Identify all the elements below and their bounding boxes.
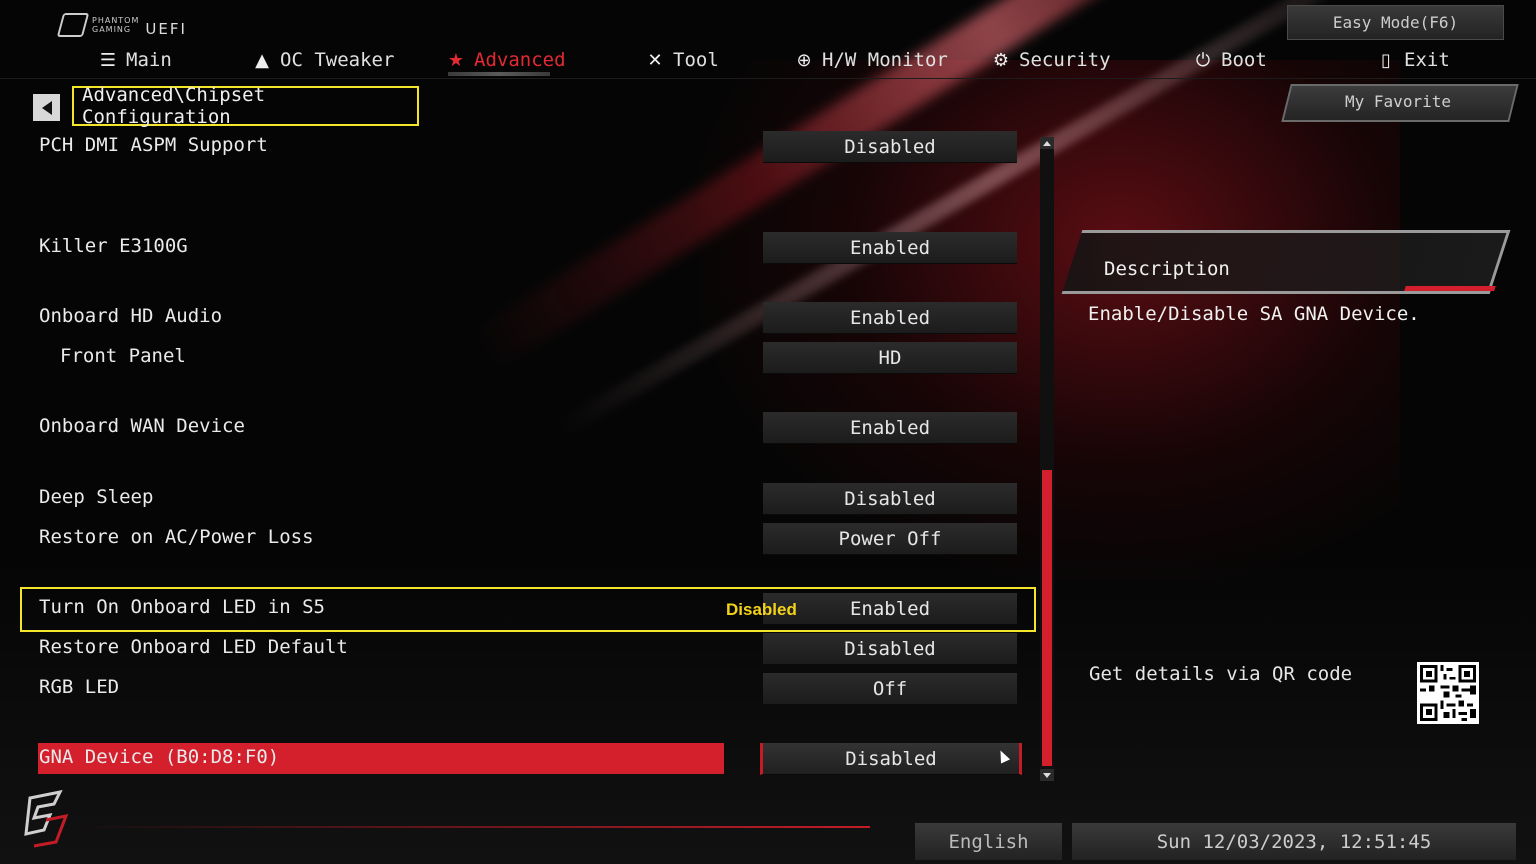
annotation-note: Disabled <box>726 600 797 619</box>
arrow-up-icon <box>1043 140 1051 146</box>
setting-label: RGB LED <box>39 676 120 698</box>
language-button[interactable]: English <box>915 823 1062 860</box>
scrollbar-thumb[interactable] <box>1042 470 1052 766</box>
setting-value-rgb-led[interactable]: Off <box>763 673 1017 705</box>
setting-value-gna-device[interactable]: Disabled <box>760 743 1022 775</box>
tab-label: Security <box>1019 49 1111 71</box>
setting-value-deep-sleep[interactable]: Disabled <box>763 483 1017 515</box>
scroll-down-button[interactable] <box>1040 769 1054 781</box>
setting-label: Onboard HD Audio <box>39 305 223 327</box>
setting-label: Restore on AC/Power Loss <box>39 526 314 548</box>
tab-label: Exit <box>1404 49 1450 71</box>
scroll-up-button[interactable] <box>1040 137 1054 149</box>
logo-line2: GAMING <box>92 25 132 34</box>
breadcrumb: Advanced\Chipset Configuration <box>72 84 419 128</box>
setting-label-selected: GNA Device (B0:D8:F0) <box>39 746 280 768</box>
description-title: Description <box>1104 258 1230 280</box>
tab-boot[interactable]: ⏻ Boot <box>1193 42 1267 78</box>
shield-icon: ⚙ <box>992 49 1010 71</box>
easy-mode-button[interactable]: Easy Mode(F6) <box>1287 5 1504 40</box>
tab-label: Advanced <box>474 49 566 71</box>
tab-security[interactable]: ⚙ Security <box>991 42 1111 78</box>
setting-label: Front Panel <box>60 345 186 367</box>
tab-main[interactable]: ☰ Main <box>98 42 172 78</box>
arrow-down-icon <box>1043 772 1051 778</box>
list-icon: ☰ <box>99 49 117 71</box>
setting-label: Killer E3100G <box>39 235 188 257</box>
tab-label: OC Tweaker <box>280 49 395 71</box>
logo-line1: PHANTOM <box>92 16 140 25</box>
setting-label: Deep Sleep <box>39 486 154 508</box>
setting-value-onboard-wan[interactable]: Enabled <box>763 412 1017 444</box>
setting-label: PCH DMI ASPM Support <box>39 134 268 156</box>
tab-tool[interactable]: ✕ Tool <box>645 42 719 78</box>
tab-label: Tool <box>673 49 719 71</box>
setting-value-pch-dmi-aspm[interactable]: Disabled <box>763 131 1017 163</box>
setting-value-front-panel[interactable]: HD <box>763 342 1017 374</box>
logo-uefi: UEFI <box>145 20 187 38</box>
star-icon: ★ <box>447 49 465 71</box>
setting-value-killer[interactable]: Enabled <box>763 232 1017 264</box>
qr-code-icon <box>1417 662 1479 724</box>
tab-hw-monitor[interactable]: ⊕ H/W Monitor <box>794 42 948 78</box>
tab-label: Boot <box>1221 49 1267 71</box>
footer-accent-line <box>70 826 870 828</box>
tab-label: H/W Monitor <box>822 49 948 71</box>
tab-label: Main <box>126 49 172 71</box>
brand-logo: PHANTOM GAMING UEFI <box>56 12 187 38</box>
setting-value-onboard-hd-audio[interactable]: Enabled <box>763 302 1017 334</box>
back-arrow-icon <box>41 100 52 115</box>
description-text: Enable/Disable SA GNA Device. <box>1088 303 1420 325</box>
setting-value-restore-ac-power[interactable]: Power Off <box>763 523 1017 555</box>
setting-value-restore-led-default[interactable]: Disabled <box>763 633 1017 665</box>
tools-icon: ✕ <box>647 49 663 71</box>
tab-exit[interactable]: ▯ Exit <box>1376 42 1450 78</box>
tab-oc-tweaker[interactable]: ▲ OC Tweaker <box>252 42 394 78</box>
power-icon: ⏻ <box>1195 49 1211 71</box>
qr-label: Get details via QR code <box>1089 663 1353 685</box>
back-button[interactable] <box>33 94 60 121</box>
logo-mark-icon <box>56 13 90 37</box>
main-nav: ☰ Main ▲ OC Tweaker ★ Advanced ✕ Tool ⊕ … <box>0 42 1536 79</box>
brand-corner-logo-icon <box>24 790 69 848</box>
description-accent <box>1404 286 1496 291</box>
exit-icon: ▯ <box>1381 49 1391 71</box>
monitor-icon: ⊕ <box>796 49 812 71</box>
rocket-icon: ▲ <box>255 49 269 71</box>
setting-label: Onboard WAN Device <box>39 415 245 437</box>
my-favorite-button[interactable]: My Favorite <box>1286 84 1510 118</box>
highlight-box <box>20 587 1036 632</box>
setting-label: Restore Onboard LED Default <box>39 636 348 658</box>
active-tab-indicator <box>448 72 550 76</box>
datetime-display: Sun 12/03/2023, 12:51:45 <box>1072 823 1516 860</box>
